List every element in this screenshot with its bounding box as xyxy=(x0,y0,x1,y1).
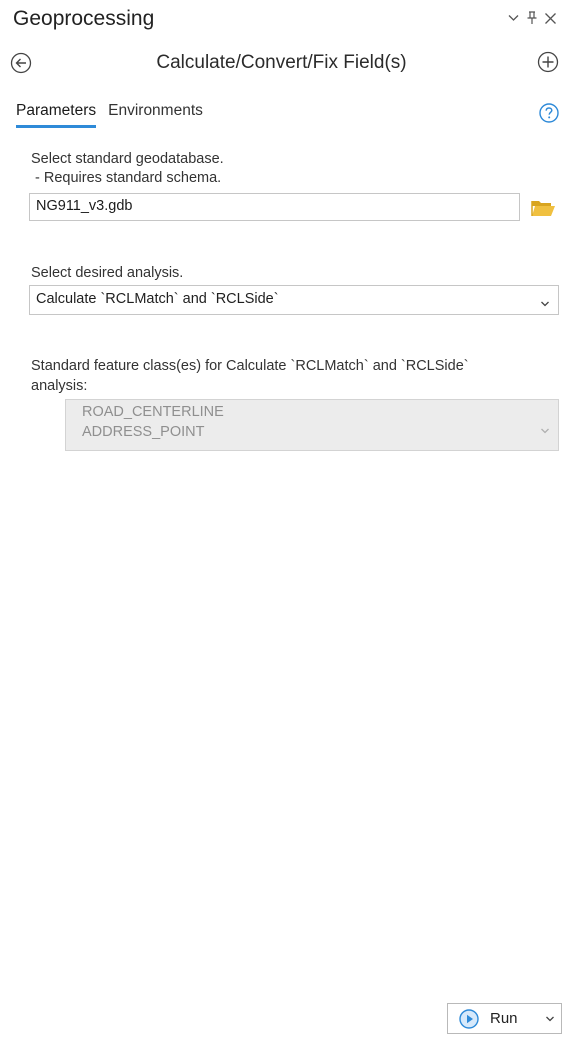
feature-class-select-disabled: ROAD_CENTERLINE ADDRESS_POINT xyxy=(65,399,559,451)
play-icon xyxy=(459,1008,479,1029)
run-button-label: Run xyxy=(490,1010,518,1027)
gdb-input[interactable]: NG911_v3.gdb xyxy=(29,193,520,221)
back-arrow-icon[interactable] xyxy=(10,52,32,74)
run-options-dropdown[interactable] xyxy=(539,1004,561,1033)
tool-title: Calculate/Convert/Fix Field(s) xyxy=(156,52,407,73)
tool-header: Calculate/Convert/Fix Field(s) xyxy=(0,48,563,80)
chevron-down-icon xyxy=(540,296,550,307)
chevron-down-icon xyxy=(540,421,550,434)
geoprocessing-pane: Geoprocessing Calculate/Convert/Fix Fiel… xyxy=(0,0,563,1037)
chevron-down-icon[interactable] xyxy=(505,9,521,27)
fc-param-label-cont: analysis: xyxy=(31,378,88,394)
tab-environments[interactable]: Environments xyxy=(108,102,203,128)
tab-parameters[interactable]: Parameters xyxy=(16,102,97,128)
analysis-param-label: Select desired analysis. xyxy=(31,265,184,281)
pin-icon[interactable] xyxy=(524,9,540,27)
analysis-dropdown[interactable]: Calculate `RCLMatch` and `RCLSide` xyxy=(29,285,559,315)
run-button[interactable]: Run xyxy=(447,1003,562,1034)
close-icon[interactable] xyxy=(542,9,558,27)
folder-icon[interactable] xyxy=(530,197,556,219)
pane-title: Geoprocessing xyxy=(13,7,155,30)
fc-param-label: Standard feature class(es) for Calculate… xyxy=(31,358,469,374)
run-button-main[interactable]: Run xyxy=(448,1004,539,1033)
tab-strip: Parameters Environments xyxy=(16,102,203,128)
pane-titlebar: Geoprocessing xyxy=(0,0,563,38)
chevron-down-icon xyxy=(546,1016,554,1021)
gdb-param-label: Select standard geodatabase. xyxy=(31,151,224,167)
gdb-param-sublabel: - Requires standard schema. xyxy=(31,170,222,186)
plus-circle-icon[interactable] xyxy=(537,51,559,73)
analysis-dropdown-value: Calculate `RCLMatch` and `RCLSide` xyxy=(36,291,279,307)
help-icon[interactable] xyxy=(539,103,559,123)
feature-class-item: ROAD_CENTERLINE xyxy=(82,404,224,420)
feature-class-item: ADDRESS_POINT xyxy=(82,424,205,440)
